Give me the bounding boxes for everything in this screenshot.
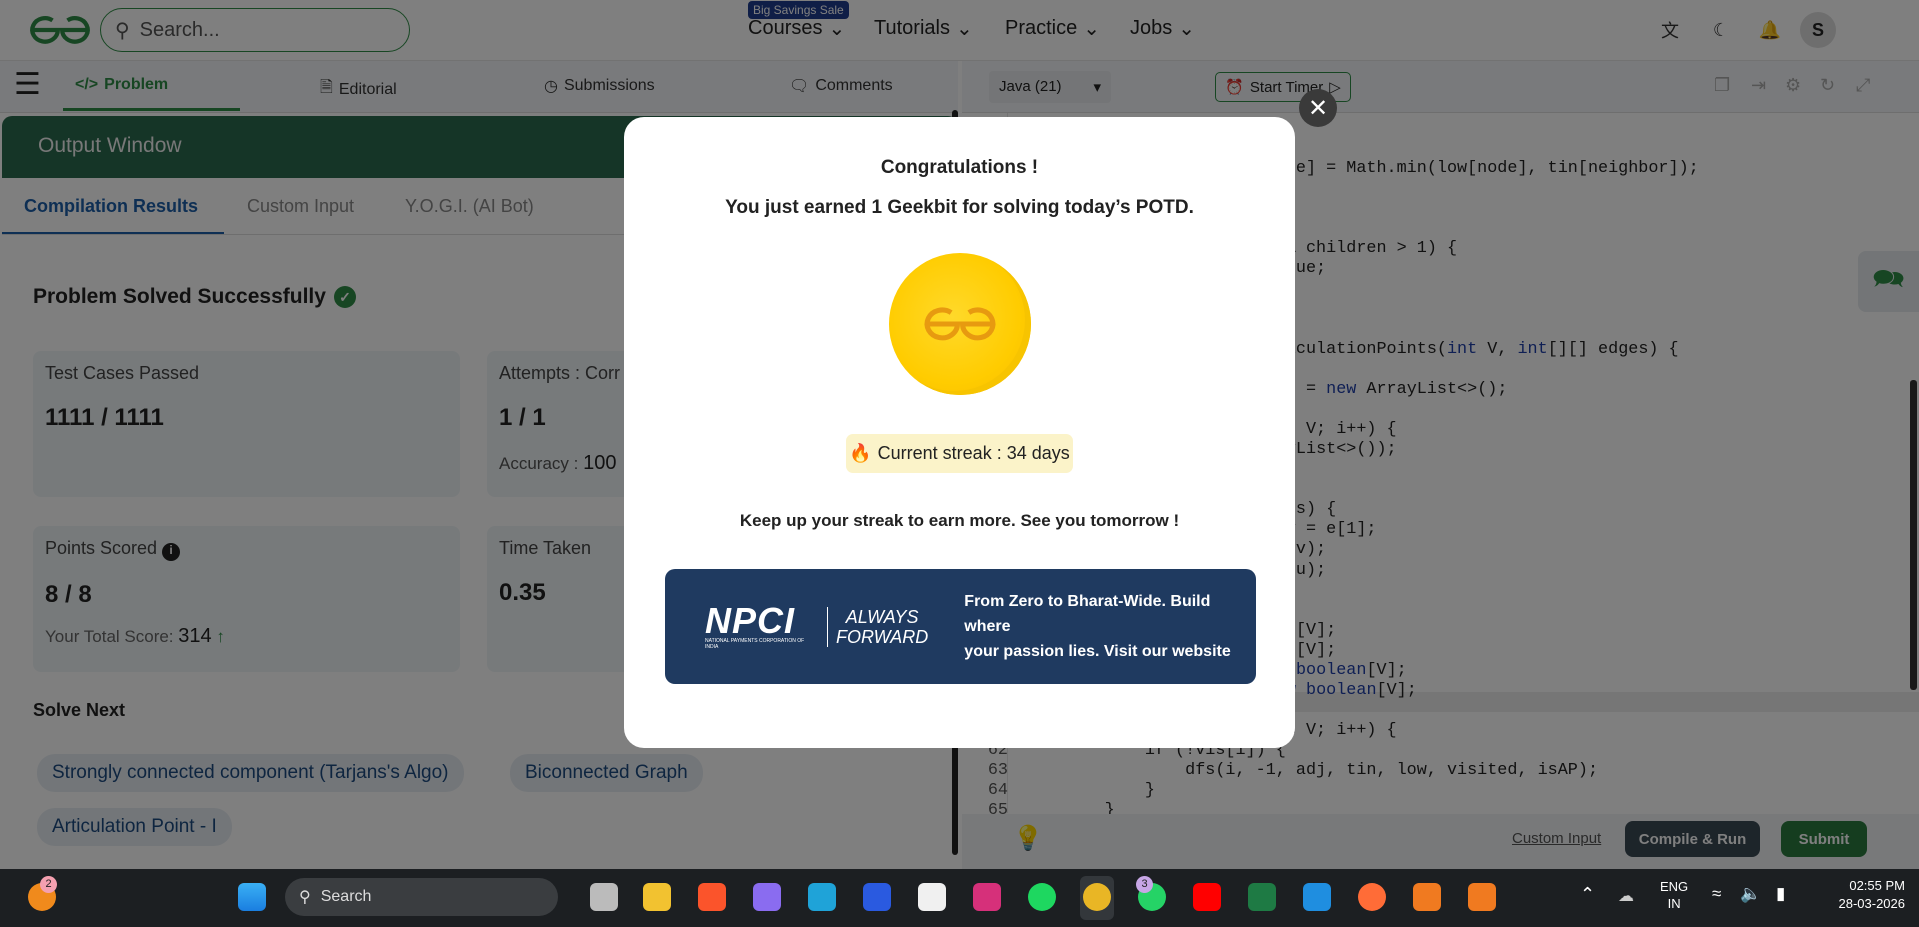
- youtube-icon[interactable]: [1193, 883, 1221, 911]
- modal-title: Congratulations !: [880, 157, 1039, 178]
- search-icon: ⚲: [299, 889, 311, 906]
- npci-ad-banner[interactable]: NPCI NATIONAL PAYMENTS CORPORATION OF IN…: [665, 569, 1256, 684]
- taskbar-search[interactable]: ⚲ Search: [285, 878, 558, 916]
- always-forward-tagline: ALWAYS FORWARD: [826, 606, 928, 647]
- ms-store-icon[interactable]: [918, 883, 946, 911]
- copilot-icon[interactable]: [753, 883, 781, 911]
- file-stack-icon[interactable]: [590, 883, 618, 911]
- npci-logo: NPCI NATIONAL PAYMENTS CORPORATION OF IN…: [705, 599, 805, 650]
- intellij-icon[interactable]: [863, 883, 891, 911]
- fire-icon: 🔥: [849, 443, 872, 463]
- notification-badge: 3: [1136, 876, 1153, 893]
- brave-icon[interactable]: [698, 883, 726, 911]
- postman-icon[interactable]: [1358, 883, 1386, 911]
- modal-subtitle: You just earned 1 Geekbit for solving to…: [725, 197, 1194, 218]
- vscode-icon[interactable]: [1303, 883, 1331, 911]
- streak-badge: 🔥 Current streak : 34 days: [846, 434, 1073, 473]
- clock[interactable]: 02:55 PM 28-03-2026: [1815, 877, 1906, 913]
- instagram-icon[interactable]: [973, 883, 1001, 911]
- app-icon[interactable]: [1468, 883, 1496, 911]
- speaker-icon[interactable]: 🔈: [1740, 884, 1761, 904]
- congratulations-modal: Congratulations ! You just earned 1 Geek…: [624, 117, 1295, 748]
- notification-badge: 2: [40, 876, 57, 893]
- ad-text: From Zero to Bharat-Wide. Build where you…: [964, 593, 1231, 660]
- file-explorer-icon[interactable]: [643, 883, 671, 911]
- show-hidden-icons-chevron-icon[interactable]: ⌃: [1580, 884, 1595, 905]
- geekbit-coin-icon: [888, 253, 1031, 395]
- cloud-icon[interactable]: ☁: [1618, 886, 1634, 906]
- close-icon: ✕: [1307, 94, 1329, 122]
- language-indicator[interactable]: ENG IN: [1660, 878, 1688, 912]
- wifi-icon[interactable]: ≈: [1712, 884, 1721, 904]
- excel-icon[interactable]: [1248, 883, 1276, 911]
- app-icon[interactable]: [1413, 883, 1441, 911]
- windows-start-icon[interactable]: [238, 883, 266, 911]
- battery-icon[interactable]: ▮: [1776, 884, 1785, 904]
- modal-message: Keep up your streak to earn more. See yo…: [739, 511, 1180, 530]
- close-modal-button[interactable]: ✕: [1299, 89, 1337, 127]
- edge-icon[interactable]: [808, 883, 836, 911]
- spotify-icon[interactable]: [1028, 883, 1056, 911]
- chrome-icon[interactable]: [1083, 883, 1111, 911]
